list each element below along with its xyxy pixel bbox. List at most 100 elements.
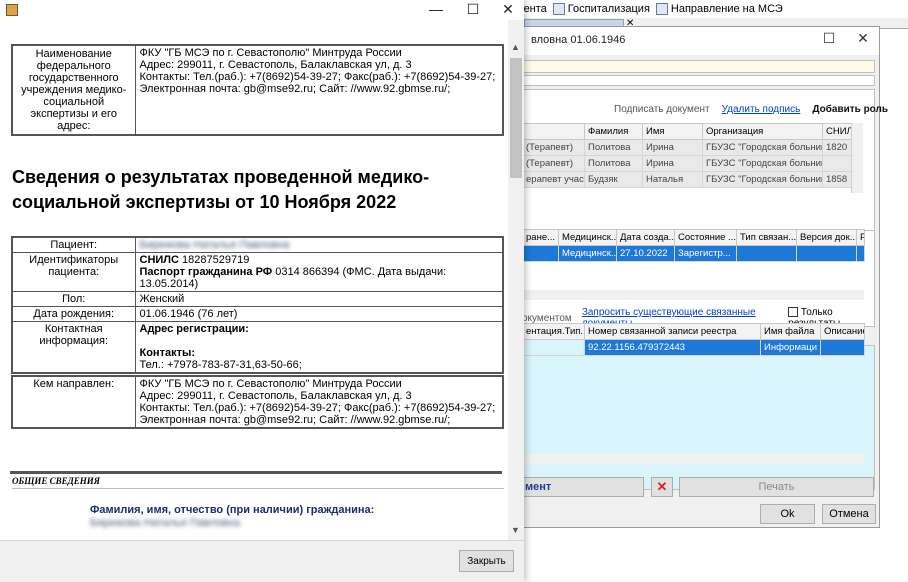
column-header[interactable]: Имя файла	[760, 323, 821, 340]
referred-by-table: Кем направлен: ФКУ "ГБ МСЭ по г. Севасто…	[11, 375, 504, 429]
table-cell: Информаци	[760, 339, 821, 356]
table-cell: 27.10.2022	[616, 245, 675, 262]
table-cell	[856, 245, 865, 262]
patient-name: Бирюкова Наталья Павловна	[134, 236, 504, 253]
signing-dialog: вловна 01.06.1946 ☐ ✕	[510, 26, 880, 528]
table-cell	[522, 245, 559, 262]
table-cell: Зарегистр...	[674, 245, 737, 262]
close-icon[interactable]: ✕	[496, 1, 520, 18]
contact-label: Контактная информация:	[11, 321, 136, 374]
column-header[interactable]: Версия док...	[796, 229, 857, 246]
patient-table: Пациент: Бирюкова Наталья Павловна Идент…	[11, 236, 504, 374]
referred-line: Контакты: Тел.(раб.): +7(8692)54-39-27; …	[139, 402, 496, 414]
signers-table: Фамилия Имя Организация СНИЛ (Терапевт) …	[522, 123, 859, 188]
sex-label: Пол:	[11, 291, 136, 307]
cancel-button[interactable]: Отмена	[822, 504, 876, 524]
close-button[interactable]: Закрыть	[459, 550, 514, 572]
scroll-thumb[interactable]	[510, 58, 522, 178]
table-row[interactable]: (Терапевт) Политова Ирина ГБУЗС "Городск…	[522, 155, 859, 172]
toolbar-item-label: Госпитализация	[567, 3, 650, 15]
organization-value: ФКУ "ГБ МСЭ по г. Севастополю" Минтруда …	[134, 44, 504, 136]
referred-line: ФКУ "ГБ МСЭ по г. Севастополю" Минтруда …	[139, 378, 402, 390]
table-cell: Медицинск...	[558, 245, 617, 262]
table-row-selected[interactable]: 92.22.1156.479372443 Информаци	[522, 339, 865, 356]
column-header[interactable]: Р	[856, 229, 865, 246]
table-cell: ГБУЗС "Городская больниц...	[702, 155, 823, 172]
org-line: Адрес: 299011, г. Севастополь, Балаклавс…	[139, 59, 412, 71]
contacts-value: Тел.: +7978-783-87-31,63-50-66;	[139, 359, 302, 371]
fio-value: Бирюкова Наталья Павловна	[90, 517, 241, 529]
dialog-field[interactable]	[521, 75, 875, 86]
add-role-link[interactable]: Добавить роль	[812, 104, 888, 115]
org-line: Электронная почта: gb@mse92.ru; Сайт: //…	[139, 83, 451, 95]
delete-icon[interactable]: ✕	[651, 477, 673, 497]
document-scrollbar[interactable]: ▲ ▼	[508, 20, 524, 540]
maximize-icon[interactable]: ☐	[461, 1, 485, 18]
document-button[interactable]: мент	[520, 477, 644, 497]
column-header[interactable]: Номер связанной записи реестра	[584, 323, 761, 340]
dob-value: 01.06.1946 (76 лет)	[134, 306, 504, 322]
fio-label: Фамилия, имя, отчество (при наличии) гра…	[90, 504, 375, 516]
passport-label: Паспорт гражданина РФ	[139, 266, 273, 278]
column-header[interactable]: Организация	[702, 123, 823, 140]
table-cell: Наталья	[642, 171, 703, 188]
column-header[interactable]: ране...	[522, 229, 559, 246]
snils-label: СНИЛС	[139, 254, 179, 266]
close-icon[interactable]: ✕	[853, 30, 873, 47]
documents-hscrollbar[interactable]	[522, 290, 864, 300]
section-title: ОБЩИЕ СВЕДЕНИЯ	[12, 476, 504, 489]
related-documents-panel	[521, 345, 875, 490]
dialog-field[interactable]	[521, 60, 875, 73]
column-header[interactable]: Фамилия	[584, 123, 643, 140]
column-header[interactable]: Тип связан...	[736, 229, 797, 246]
delete-signature-link[interactable]: Удалить подпись	[722, 104, 801, 115]
table-cell: (Терапевт)	[522, 155, 585, 172]
hospital-icon	[552, 3, 565, 15]
column-header[interactable]: ентация.Тип...	[522, 323, 585, 340]
table-cell: Ирина	[642, 155, 703, 172]
toolbar-item-mse-referral[interactable]: Направление на МСЭ	[655, 3, 783, 15]
scroll-up-icon[interactable]: ▲	[511, 42, 520, 52]
maximize-icon[interactable]: ☐	[819, 30, 839, 47]
section-divider	[10, 471, 502, 474]
ok-button[interactable]: Ok	[760, 504, 815, 524]
documents-table: ране... Медицинск... Дата созда... Состо…	[522, 229, 865, 262]
minimize-icon[interactable]: —	[424, 1, 448, 17]
table-row[interactable]: (Терапевт) Политова Ирина ГБУЗС "Городск…	[522, 139, 859, 156]
sex-value: Женский	[134, 291, 504, 307]
referred-by-label: Кем направлен:	[11, 375, 136, 429]
table-cell: Будзяк	[584, 171, 643, 188]
table-cell: (Терапевт)	[522, 139, 585, 156]
identifiers-label: Идентификаторы пациента:	[11, 252, 136, 292]
table-cell: Политова	[584, 139, 643, 156]
related-hscrollbar[interactable]	[522, 454, 864, 464]
org-line: ФКУ "ГБ МСЭ по г. Севастополю" Минтруда …	[139, 47, 402, 59]
related-label: окументом	[522, 312, 572, 324]
column-header[interactable]: Медицинск...	[558, 229, 617, 246]
referred-line: Адрес: 299011, г. Севастополь, Балаклавс…	[139, 390, 412, 402]
snils-value: 18287529719	[182, 254, 250, 266]
checkbox-icon[interactable]	[788, 307, 799, 318]
scroll-down-icon[interactable]: ▼	[511, 525, 520, 535]
toolbar-item-hospitalization[interactable]: Госпитализация	[552, 3, 650, 15]
column-header[interactable]: Имя	[642, 123, 703, 140]
contacts-label: Контакты:	[139, 347, 196, 359]
signers-scrollbar[interactable]	[851, 123, 863, 193]
main-toolbar: мента Госпитализация Направление на МСЭ	[510, 0, 908, 18]
identifiers-value: СНИЛС 18287529719 Паспорт гражданина РФ …	[134, 252, 504, 292]
column-header[interactable]: Дата созда...	[616, 229, 675, 246]
toolbar-item-label: Направление на МСЭ	[670, 3, 783, 15]
table-cell: Ирина	[642, 139, 703, 156]
print-button[interactable]: Печать	[679, 477, 874, 497]
column-header[interactable]: Состояние ...	[674, 229, 737, 246]
viewer-footer: Закрыть	[0, 540, 524, 582]
document-content[interactable]: Наименование федерального государственно…	[0, 20, 508, 540]
document-viewer-window: — ☐ ✕ Наименование федерального государс…	[0, 0, 524, 582]
column-header[interactable]: Описание	[820, 323, 865, 340]
column-header[interactable]	[522, 123, 585, 140]
table-row[interactable]: ерапевт участ... Будзяк Наталья ГБУЗС "Г…	[522, 171, 859, 188]
sign-document-link[interactable]: Подписать документ	[614, 104, 710, 115]
table-row-selected[interactable]: Медицинск... 27.10.2022 Зарегистр...	[522, 245, 865, 262]
table-cell	[736, 245, 797, 262]
signers-toolbar: Подписать документ Удалить подпись Добав…	[614, 104, 888, 115]
